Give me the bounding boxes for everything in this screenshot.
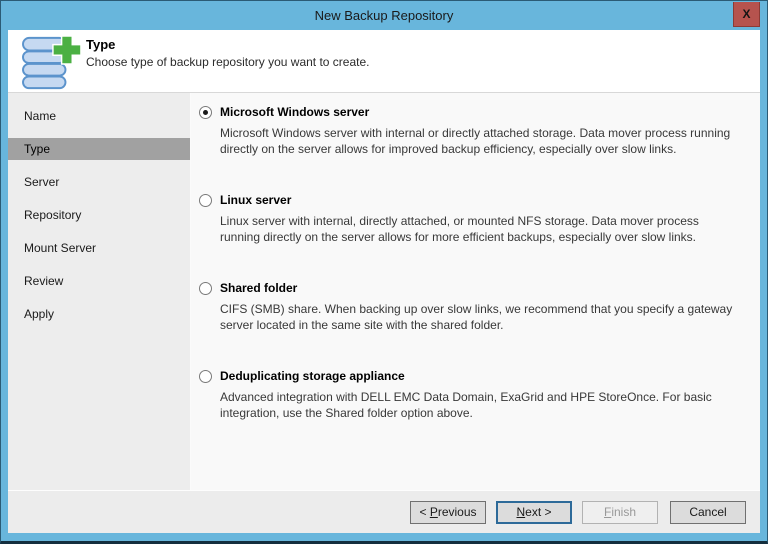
sidebar-item-name[interactable]: Name (8, 105, 190, 127)
option-deduplicating-storage-appliance[interactable]: Deduplicating storage appliance Advanced… (199, 369, 740, 421)
close-icon: X (742, 8, 750, 20)
wizard-button-bar: < Previous Next > Finish Cancel (8, 490, 760, 533)
option-description: Advanced integration with DELL EMC Data … (220, 389, 735, 421)
radio-button-deduplicating-storage-appliance[interactable] (199, 370, 212, 383)
database-add-icon (20, 35, 82, 91)
option-shared-folder[interactable]: Shared folder CIFS (SMB) share. When bac… (199, 281, 740, 333)
sidebar-item-apply[interactable]: Apply (8, 303, 190, 325)
option-microsoft-windows-server[interactable]: Microsoft Windows server Microsoft Windo… (199, 105, 740, 157)
sidebar-item-review[interactable]: Review (8, 270, 190, 292)
option-label[interactable]: Linux server (220, 193, 291, 207)
option-label[interactable]: Microsoft Windows server (220, 105, 369, 119)
radio-button-shared-folder[interactable] (199, 282, 212, 295)
option-description: Linux server with internal, directly att… (220, 213, 735, 245)
sidebar-item-mount-server[interactable]: Mount Server (8, 237, 190, 259)
wizard-header: Type Choose type of backup repository yo… (8, 30, 760, 93)
radio-button-linux-server[interactable] (199, 194, 212, 207)
page-description: Choose type of backup repository you wan… (86, 55, 370, 69)
sidebar-item-server[interactable]: Server (8, 171, 190, 193)
page-title: Type (86, 37, 370, 52)
next-button[interactable]: Next > (496, 501, 572, 524)
finish-button[interactable]: Finish (582, 501, 658, 524)
cancel-button[interactable]: Cancel (670, 501, 746, 524)
option-linux-server[interactable]: Linux server Linux server with internal,… (199, 193, 740, 245)
option-label[interactable]: Shared folder (220, 281, 297, 295)
sidebar-item-type[interactable]: Type (8, 138, 190, 160)
sidebar-item-repository[interactable]: Repository (8, 204, 190, 226)
previous-button[interactable]: < Previous (410, 501, 486, 524)
option-label[interactable]: Deduplicating storage appliance (220, 369, 405, 383)
wizard-steps-sidebar: Name Type Server Repository Mount Server… (8, 93, 191, 490)
repository-type-options: Microsoft Windows server Microsoft Windo… (191, 93, 760, 490)
option-description: CIFS (SMB) share. When backing up over s… (220, 301, 735, 333)
option-description: Microsoft Windows server with internal o… (220, 125, 735, 157)
new-backup-repository-dialog: New Backup Repository X Type Ch (0, 0, 768, 544)
window-title: New Backup Repository (315, 8, 454, 23)
dialog-body: Type Choose type of backup repository yo… (8, 30, 760, 533)
header-text: Type Choose type of backup repository yo… (82, 35, 370, 69)
close-button[interactable]: X (733, 2, 760, 27)
radio-button-microsoft-windows-server[interactable] (199, 106, 212, 119)
titlebar: New Backup Repository X (1, 1, 767, 30)
